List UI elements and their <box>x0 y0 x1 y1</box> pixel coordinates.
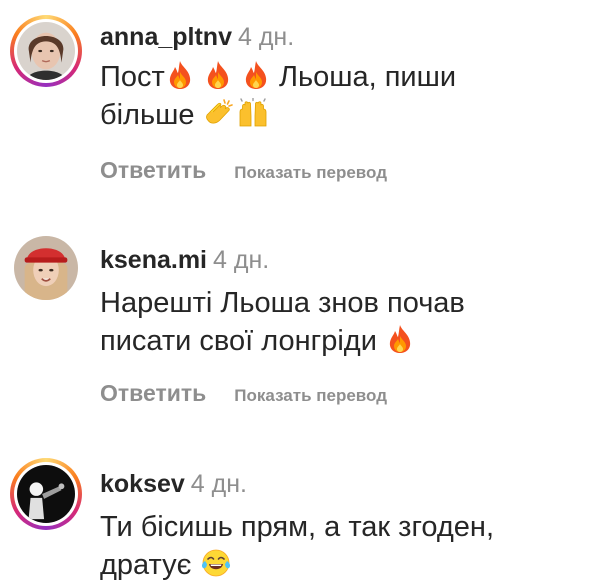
avatar-frame[interactable] <box>10 232 82 304</box>
comment-age: 4 дн. <box>213 246 270 274</box>
comment-text-part: Ти бісишь прям, а так згоден, <box>100 511 495 543</box>
comment-text-part: Нарешті Льоша знов почав <box>100 287 465 319</box>
comment-actions: Ответить Показать перевод <box>100 380 387 407</box>
comment-header: anna_pltnv 4 дн. <box>100 22 294 52</box>
username-link[interactable]: ksena.mi <box>100 246 207 274</box>
story-ring[interactable] <box>10 15 82 87</box>
reply-button[interactable]: Ответить <box>100 380 206 406</box>
comment-text: Пост Льоша, пиши більше <box>100 58 580 134</box>
raising-hands-emoji <box>236 98 270 128</box>
story-ring[interactable] <box>10 458 82 530</box>
username-link[interactable]: koksev <box>100 470 185 498</box>
fire-emoji <box>242 60 270 90</box>
comment-actions: Ответить Показать перевод <box>100 157 387 184</box>
username-link[interactable]: anna_pltnv <box>100 23 232 51</box>
comment-age: 4 дн. <box>237 23 295 51</box>
reply-button[interactable]: Ответить <box>100 157 206 183</box>
comment-header: ksena.mi 4 дн. <box>100 245 269 275</box>
tears-of-joy-emoji <box>201 548 231 578</box>
avatar[interactable] <box>17 465 75 523</box>
comment-text: Нарешті Льоша знов почав писати свої лон… <box>100 284 580 360</box>
show-translation-button[interactable]: Показать перевод <box>234 386 387 405</box>
comment-text: Ти бісишь прям, а так згоден, дратує <box>100 508 580 584</box>
avatar[interactable] <box>14 236 78 300</box>
comment-text-part: дратує <box>100 549 192 581</box>
fire-emoji <box>386 324 414 354</box>
comment-age: 4 дн. <box>190 470 247 498</box>
comment-header: koksev 4 дн. <box>100 469 247 499</box>
clapping-hands-emoji <box>204 98 234 128</box>
fire-emoji <box>204 60 232 90</box>
fire-emoji <box>166 60 194 90</box>
show-translation-button[interactable]: Показать перевод <box>234 163 387 182</box>
comment-text-part: більше <box>100 99 195 131</box>
comment-text-part: Льоша, пиши <box>278 61 457 93</box>
avatar[interactable] <box>17 22 75 80</box>
comment-text-part: писати свої лонгріди <box>100 325 377 357</box>
comment-text-part: Пост <box>100 61 165 93</box>
